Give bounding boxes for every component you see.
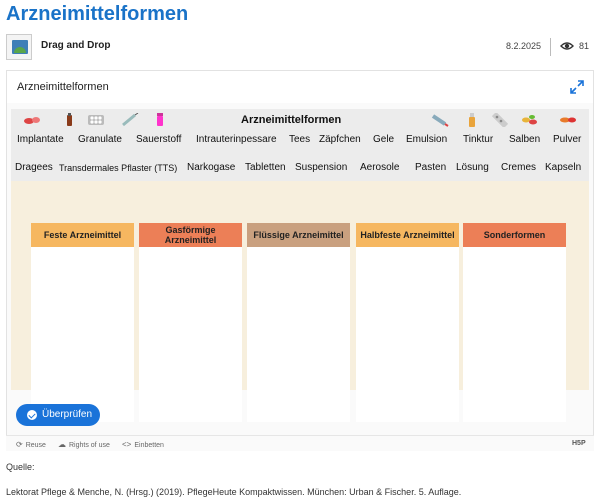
capsules-picture — [560, 117, 576, 123]
rights-label: Rights of use — [69, 442, 110, 449]
dropper-bottle-picture — [469, 113, 475, 127]
drop-zone-label: Gasförmige Arzneimittel — [139, 223, 242, 247]
draggable-item[interactable]: Pulver — [553, 134, 581, 145]
draggable-item[interactable]: Pasten — [415, 162, 446, 173]
draggable-item[interactable]: Suspension — [295, 162, 347, 173]
capsule-pills-picture — [24, 117, 40, 124]
draggable-item[interactable]: Zäpfchen — [319, 134, 361, 145]
vial-picture — [157, 113, 163, 126]
h5p-footer: ⟳ Reuse ☁ Rights of use <> Einbetten H5P — [6, 435, 594, 451]
source-label: Quelle: — [6, 462, 35, 472]
tube-picture — [431, 114, 449, 127]
draggable-item[interactable]: Tees — [289, 134, 310, 145]
tablet-strip-picture — [491, 113, 509, 127]
draggable-item[interactable]: Sauerstoff — [136, 134, 181, 145]
content-type-thumbnail — [6, 34, 32, 60]
draggable-item[interactable]: Narkogase — [187, 162, 235, 173]
draggable-item[interactable]: Cremes — [501, 162, 536, 173]
draggable-item[interactable]: Lösung — [456, 162, 489, 173]
check-button-label: Überprüfen — [42, 409, 93, 420]
fullscreen-expand-icon[interactable] — [570, 80, 584, 94]
reuse-icon: ⟳ — [16, 440, 23, 449]
draggable-item[interactable]: Tabletten — [245, 162, 286, 173]
h5p-logo[interactable]: H5P — [572, 440, 586, 447]
embed-link[interactable]: <> Einbetten — [122, 440, 164, 449]
drop-zone-label: Sonderformen — [463, 223, 566, 247]
embed-label: Einbetten — [134, 442, 164, 449]
h5p-title: Arzneimittelformen — [17, 81, 109, 93]
draggable-item[interactable]: Granulate — [78, 134, 122, 145]
draggable-item[interactable]: Gele — [373, 134, 394, 145]
blister-pack-picture — [88, 115, 104, 125]
reuse-link[interactable]: ⟳ Reuse — [16, 440, 46, 449]
task-heading: Arzneimittelformen — [241, 114, 342, 126]
draggable-item[interactable]: Tinktur — [463, 134, 493, 145]
drop-zone-gaseous[interactable]: Gasförmige Arzneimittel — [139, 223, 242, 422]
colored-pills-picture — [522, 115, 537, 125]
bottle-picture — [67, 113, 72, 126]
eye-icon — [560, 42, 574, 50]
drop-zone-solid[interactable]: Feste Arzneimittel — [31, 223, 134, 422]
content-type-label: Drag and Drop — [41, 40, 111, 51]
check-button[interactable]: Überprüfen — [16, 404, 100, 426]
embed-code-icon: <> — [122, 440, 132, 449]
syringe-picture — [122, 113, 139, 127]
draggable-item[interactable]: Transdermales Pflaster (TTS) — [59, 163, 177, 173]
drop-zone-label: Halbfeste Arzneimittel — [356, 223, 459, 247]
draggable-item[interactable]: Emulsion — [406, 134, 447, 145]
page-title: Arzneimittelformen — [6, 3, 189, 25]
rights-of-use-link[interactable]: ☁ Rights of use — [58, 440, 110, 449]
draggable-item[interactable]: Implantate — [17, 134, 64, 145]
drop-zone-special[interactable]: Sonderformen — [463, 223, 566, 422]
drop-zone-semisolid[interactable]: Halbfeste Arzneimittel — [356, 223, 459, 422]
meta-divider — [550, 38, 551, 56]
drop-zone-liquid[interactable]: Flüssige Arzneimittel — [247, 223, 350, 422]
draggable-item[interactable]: Aerosole — [360, 162, 399, 173]
content-meta-bar: Drag and Drop 8.2.2025 81 — [6, 34, 594, 60]
draggable-item[interactable]: Dragees — [15, 162, 53, 173]
draggable-item[interactable]: Intrauterinpessare — [196, 134, 277, 145]
draggable-item[interactable]: Kapseln — [545, 162, 581, 173]
h5p-header: Arzneimittelformen — [7, 71, 593, 103]
drop-zone-label: Feste Arzneimittel — [31, 223, 134, 247]
view-count: 81 — [579, 41, 590, 51]
source-citation: Lektorat Pflege & Menche, N. (Hrsg.) (20… — [6, 487, 462, 497]
reuse-label: Reuse — [25, 442, 46, 449]
draggable-item[interactable]: Salben — [509, 134, 540, 145]
checkmark-icon — [27, 410, 37, 420]
drop-zone-label: Flüssige Arzneimittel — [247, 223, 350, 247]
drag-drop-task-area: Arzneimittelformen Implantate Granulate … — [11, 109, 589, 422]
copyright-icon: ☁ — [58, 440, 66, 449]
h5p-container: Arzneimittelformen Arzneimittelformen Im… — [6, 70, 594, 451]
publish-date: 8.2.2025 — [506, 41, 542, 51]
